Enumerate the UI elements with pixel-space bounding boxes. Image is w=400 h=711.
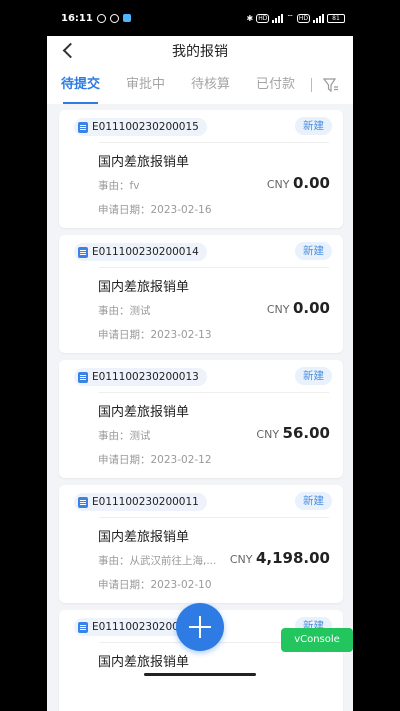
home-indicator (144, 673, 256, 676)
status-time: 16:11 (61, 12, 93, 24)
claim-code-tag: E011100230200014 (74, 243, 207, 261)
add-claim-button[interactable] (176, 603, 224, 651)
card-divider (99, 142, 329, 143)
claim-amount: CNY 56.00 (256, 424, 330, 442)
claim-reason: 事由：从武汉前往上海,... (98, 555, 217, 567)
tab-divider (311, 78, 312, 92)
status-badge: 新建 (295, 117, 332, 135)
claim-type: 国内差旅报销单 (98, 280, 190, 295)
tab-pending-accounting[interactable]: 待核算 (191, 66, 230, 104)
document-icon (78, 622, 88, 633)
card-divider (99, 392, 329, 393)
status-bar: 16:11 ✱ HD ⌔ HD 81 (47, 0, 353, 36)
claim-card[interactable]: E011100230200011 新建 国内差旅报销单 事由：从武汉前往上海,.… (59, 485, 343, 603)
claim-code: E011100230200013 (92, 371, 199, 383)
claim-card[interactable]: E011100230200015 新建 国内差旅报销单 事由：fv 申请日期：2… (59, 110, 343, 228)
currency: CNY (256, 428, 280, 441)
battery-icon: 81 (327, 13, 345, 23)
claim-reason: 事由：测试 (98, 430, 151, 442)
document-icon (78, 247, 88, 258)
claim-code: E0111002302000 (92, 621, 186, 633)
claim-date: 申请日期：2023-02-16 (98, 204, 212, 216)
claim-type: 国内差旅报销单 (98, 530, 190, 545)
status-badge: 新建 (295, 242, 332, 260)
phone-screen: 16:11 ✱ HD ⌔ HD 81 我的报销 待提交 审批中 待核算 已付款 (47, 0, 353, 711)
page-title: 我的报销 (172, 44, 228, 60)
currency: CNY (266, 178, 290, 191)
claim-amount: CNY 0.00 (267, 299, 330, 317)
amount-value: 0.00 (292, 299, 330, 317)
vconsole-button[interactable]: vConsole (281, 628, 353, 652)
claim-code-tag: E011100230200015 (74, 118, 207, 136)
bluetooth-icon: ✱ (246, 13, 254, 23)
document-icon (78, 122, 88, 133)
silent-icon (96, 13, 106, 23)
amount-value: 4,198.00 (255, 549, 330, 567)
claim-code: E011100230200011 (92, 496, 199, 508)
document-icon (78, 497, 88, 508)
right-black-border (353, 0, 400, 711)
claim-code-tag: E011100230200011 (74, 493, 207, 511)
signal-icon (272, 13, 284, 23)
hd2-icon: HD (296, 13, 310, 23)
filter-icon[interactable] (323, 77, 339, 93)
claim-type: 国内差旅报销单 (98, 155, 190, 170)
claim-code: E011100230200015 (92, 121, 199, 133)
document-icon (78, 372, 88, 383)
currency: CNY (266, 303, 290, 316)
claim-card[interactable]: E011100230200014 新建 国内差旅报销单 事由：测试 申请日期：2… (59, 235, 343, 353)
amount-value: 56.00 (282, 424, 330, 442)
card-divider (99, 267, 329, 268)
claim-code: E011100230200014 (92, 246, 199, 258)
claim-date: 申请日期：2023-02-13 (98, 329, 212, 341)
wifi-icon: ⌔ (286, 13, 294, 22)
currency: CNY (229, 553, 253, 566)
amount-value: 0.00 (292, 174, 330, 192)
nav-bar: 我的报销 (47, 36, 353, 66)
left-black-border (0, 0, 47, 711)
claim-amount: CNY 0.00 (267, 174, 330, 192)
claim-reason: 事由：测试 (98, 305, 151, 317)
back-arrow-icon[interactable] (59, 41, 79, 61)
claim-date: 申请日期：2023-02-10 (98, 579, 212, 591)
alarm-icon (109, 13, 119, 23)
claim-card[interactable]: E011100230200013 新建 国内差旅报销单 事由：测试 申请日期：2… (59, 360, 343, 478)
card-divider (99, 517, 329, 518)
claim-date: 申请日期：2023-02-12 (98, 454, 212, 466)
claim-reason: 事由：fv (98, 180, 140, 192)
claim-amount: CNY 4,198.00 (230, 549, 330, 567)
tab-pending-submit[interactable]: 待提交 (61, 66, 100, 104)
claim-type: 国内差旅报销单 (98, 655, 190, 670)
status-badge: 新建 (295, 492, 332, 510)
hd-icon: HD (256, 13, 270, 23)
app-notification-icon (122, 14, 131, 22)
tab-paid[interactable]: 已付款 (256, 66, 295, 104)
tab-bar: 待提交 审批中 待核算 已付款 (47, 66, 353, 104)
signal2-icon (313, 13, 324, 23)
claim-type: 国内差旅报销单 (98, 405, 190, 420)
status-badge: 新建 (295, 367, 332, 385)
tab-in-approval[interactable]: 审批中 (126, 66, 165, 104)
claim-code-tag: E011100230200013 (74, 368, 207, 386)
